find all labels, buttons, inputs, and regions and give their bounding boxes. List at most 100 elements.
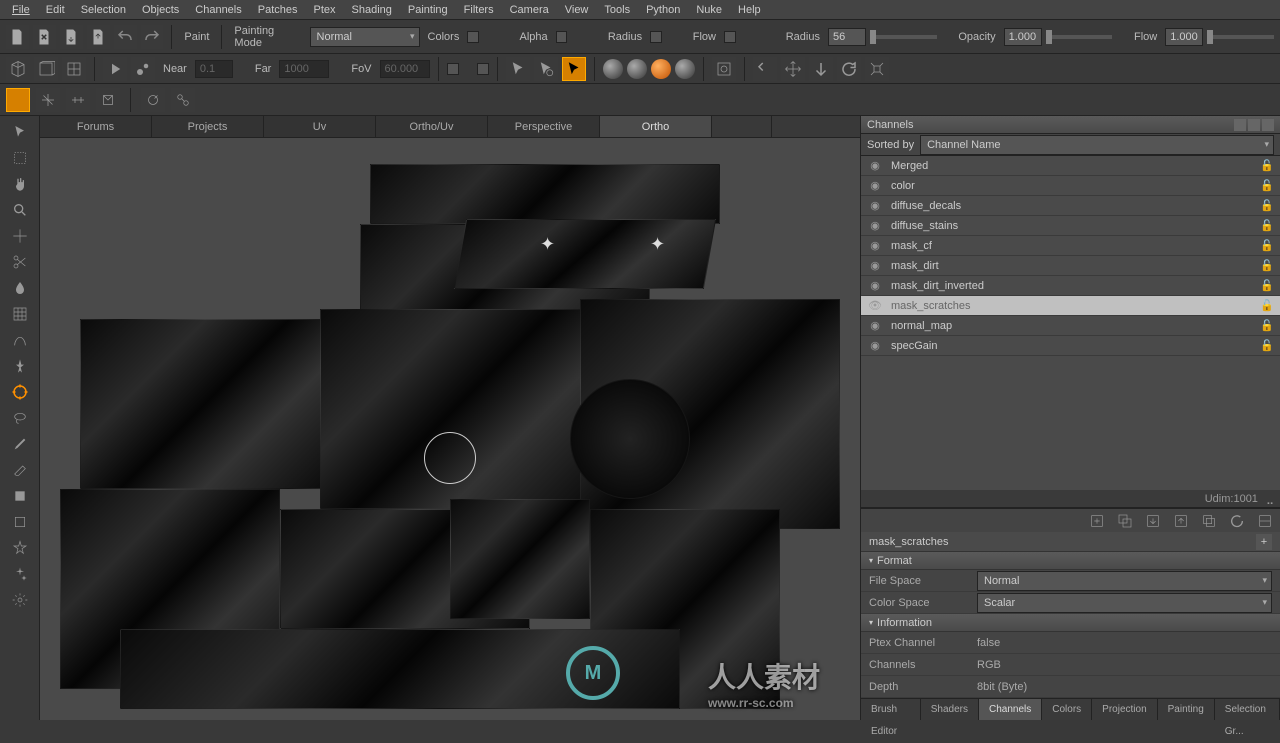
colorspace-dropdown[interactable]: Scalar bbox=[977, 593, 1272, 613]
btab-projection[interactable]: Projection bbox=[1092, 699, 1157, 720]
flow-slider[interactable] bbox=[1207, 35, 1274, 39]
lock-icon[interactable]: 🔓 bbox=[1260, 299, 1274, 312]
panel-close-icon[interactable] bbox=[1262, 119, 1274, 131]
lock-icon[interactable]: 🔓 bbox=[1260, 159, 1274, 172]
hand-tool-icon[interactable] bbox=[10, 174, 30, 194]
move-tool-icon[interactable] bbox=[10, 226, 30, 246]
visibility-icon[interactable]: ◉ bbox=[867, 259, 883, 272]
lock-icon[interactable]: 🔓 bbox=[1260, 339, 1274, 352]
star-tool-icon[interactable] bbox=[10, 538, 30, 558]
eraser-tool-icon[interactable] bbox=[10, 460, 30, 480]
btab-brush-editor[interactable]: Brush Editor bbox=[861, 699, 921, 720]
lock-icon[interactable]: 🔓 bbox=[1260, 199, 1274, 212]
menu-patches[interactable]: Patches bbox=[250, 2, 306, 18]
add-prop-button[interactable]: + bbox=[1256, 534, 1272, 550]
radius-checkbox[interactable] bbox=[650, 31, 662, 43]
tab-forums[interactable]: Forums bbox=[40, 116, 152, 137]
far-field[interactable]: 1000 bbox=[279, 60, 329, 78]
pin-tool-icon[interactable] bbox=[10, 356, 30, 376]
menu-shading[interactable]: Shading bbox=[344, 2, 400, 18]
visibility-icon[interactable]: ◉ bbox=[867, 179, 883, 192]
viewport[interactable]: ✦ ✦ M 人人素材 www.rr-sc.com bbox=[40, 138, 860, 720]
check2[interactable] bbox=[477, 63, 489, 75]
cursor2-icon[interactable] bbox=[534, 57, 558, 81]
mode6-icon[interactable] bbox=[171, 88, 195, 112]
tab-perspective[interactable]: Perspective bbox=[488, 116, 600, 137]
menu-edit[interactable]: Edit bbox=[38, 2, 73, 18]
scale-icon[interactable] bbox=[865, 57, 889, 81]
sparkle-tool-icon[interactable] bbox=[10, 564, 30, 584]
btab-colors[interactable]: Colors bbox=[1042, 699, 1092, 720]
light1-sphere[interactable] bbox=[603, 59, 623, 79]
grid-icon[interactable] bbox=[62, 57, 86, 81]
radius-field[interactable]: 56 bbox=[828, 28, 866, 46]
export-channel-icon[interactable] bbox=[1144, 512, 1162, 530]
restore-icon[interactable] bbox=[87, 25, 110, 49]
visibility-icon[interactable]: ◉ bbox=[867, 319, 883, 332]
rotate-icon[interactable] bbox=[837, 57, 861, 81]
down-icon[interactable] bbox=[809, 57, 833, 81]
sculpt-tool-icon[interactable] bbox=[10, 330, 30, 350]
add-channel-icon[interactable] bbox=[1088, 512, 1106, 530]
visibility-icon[interactable]: ◉ bbox=[867, 219, 883, 232]
near-field[interactable]: 0.1 bbox=[195, 60, 233, 78]
menu-ptex[interactable]: Ptex bbox=[306, 2, 344, 18]
redo-icon[interactable] bbox=[141, 25, 164, 49]
light4-sphere[interactable] bbox=[675, 59, 695, 79]
open-file-icon[interactable] bbox=[60, 25, 83, 49]
undo-icon[interactable] bbox=[114, 25, 137, 49]
menu-filters[interactable]: Filters bbox=[456, 2, 502, 18]
channel-item[interactable]: ◉diffuse_stains🔓 bbox=[861, 216, 1280, 236]
select-tool-icon[interactable] bbox=[10, 122, 30, 142]
radius-slider[interactable] bbox=[870, 35, 937, 39]
light2-sphere[interactable] bbox=[627, 59, 647, 79]
btab-selection[interactable]: Selection Gr... bbox=[1215, 699, 1280, 720]
channel-item[interactable]: ◉mask_dirt_inverted🔓 bbox=[861, 276, 1280, 296]
lasso-tool-icon[interactable] bbox=[10, 408, 30, 428]
visibility-icon[interactable]: ◉ bbox=[867, 279, 883, 292]
channel-item[interactable]: ◉color🔓 bbox=[861, 176, 1280, 196]
filespace-dropdown[interactable]: Normal bbox=[977, 571, 1272, 591]
painting-mode-dropdown[interactable]: Normal bbox=[310, 27, 420, 47]
channel-item[interactable]: ◉mask_dirt🔓 bbox=[861, 256, 1280, 276]
link-channel-icon[interactable] bbox=[1200, 512, 1218, 530]
cursor1-icon[interactable] bbox=[506, 57, 530, 81]
lock-icon[interactable]: 🔓 bbox=[1260, 279, 1274, 292]
channel-item[interactable]: ◉diffuse_decals🔓 bbox=[861, 196, 1280, 216]
delete-file-icon[interactable] bbox=[33, 25, 56, 49]
menu-file[interactable]: File bbox=[4, 2, 38, 18]
fill-tool-icon[interactable] bbox=[10, 278, 30, 298]
btab-shaders[interactable]: Shaders bbox=[921, 699, 979, 720]
opacity-field[interactable]: 1.000 bbox=[1004, 28, 1042, 46]
uv-tool-icon[interactable] bbox=[10, 304, 30, 324]
frame-icon[interactable] bbox=[712, 57, 736, 81]
cursor-selected-icon[interactable] bbox=[562, 57, 586, 81]
alpha-checkbox[interactable] bbox=[556, 31, 568, 43]
panel-minimize-icon[interactable] bbox=[1234, 119, 1246, 131]
colors-checkbox[interactable] bbox=[467, 31, 479, 43]
btab-painting[interactable]: Painting bbox=[1158, 699, 1215, 720]
lock-icon[interactable]: 🔓 bbox=[1260, 259, 1274, 272]
menu-channels[interactable]: Channels bbox=[187, 2, 249, 18]
menu-objects[interactable]: Objects bbox=[134, 2, 187, 18]
channel-item[interactable]: ◉mask_cf🔓 bbox=[861, 236, 1280, 256]
panel-maximize-icon[interactable] bbox=[1248, 119, 1260, 131]
lock-icon[interactable]: 🔓 bbox=[1260, 219, 1274, 232]
tab-ortho-uv[interactable]: Ortho/Uv bbox=[376, 116, 488, 137]
import-channel-icon[interactable] bbox=[1172, 512, 1190, 530]
flow-checkbox[interactable] bbox=[724, 31, 736, 43]
menu-help[interactable]: Help bbox=[730, 2, 769, 18]
lock-icon[interactable]: 🔓 bbox=[1260, 239, 1274, 252]
cube-icon[interactable] bbox=[6, 57, 30, 81]
channel-item[interactable]: ◉normal_map🔓 bbox=[861, 316, 1280, 336]
opacity-slider[interactable] bbox=[1046, 35, 1113, 39]
lock-icon[interactable]: 🔓 bbox=[1260, 319, 1274, 332]
marquee-tool-icon[interactable] bbox=[10, 148, 30, 168]
mode2-icon[interactable] bbox=[36, 88, 60, 112]
gear-tool-icon[interactable] bbox=[10, 590, 30, 610]
menu-camera[interactable]: Camera bbox=[502, 2, 557, 18]
check1[interactable] bbox=[447, 63, 459, 75]
new-file-icon[interactable] bbox=[6, 25, 29, 49]
menu-selection[interactable]: Selection bbox=[73, 2, 134, 18]
mode3-icon[interactable] bbox=[66, 88, 90, 112]
